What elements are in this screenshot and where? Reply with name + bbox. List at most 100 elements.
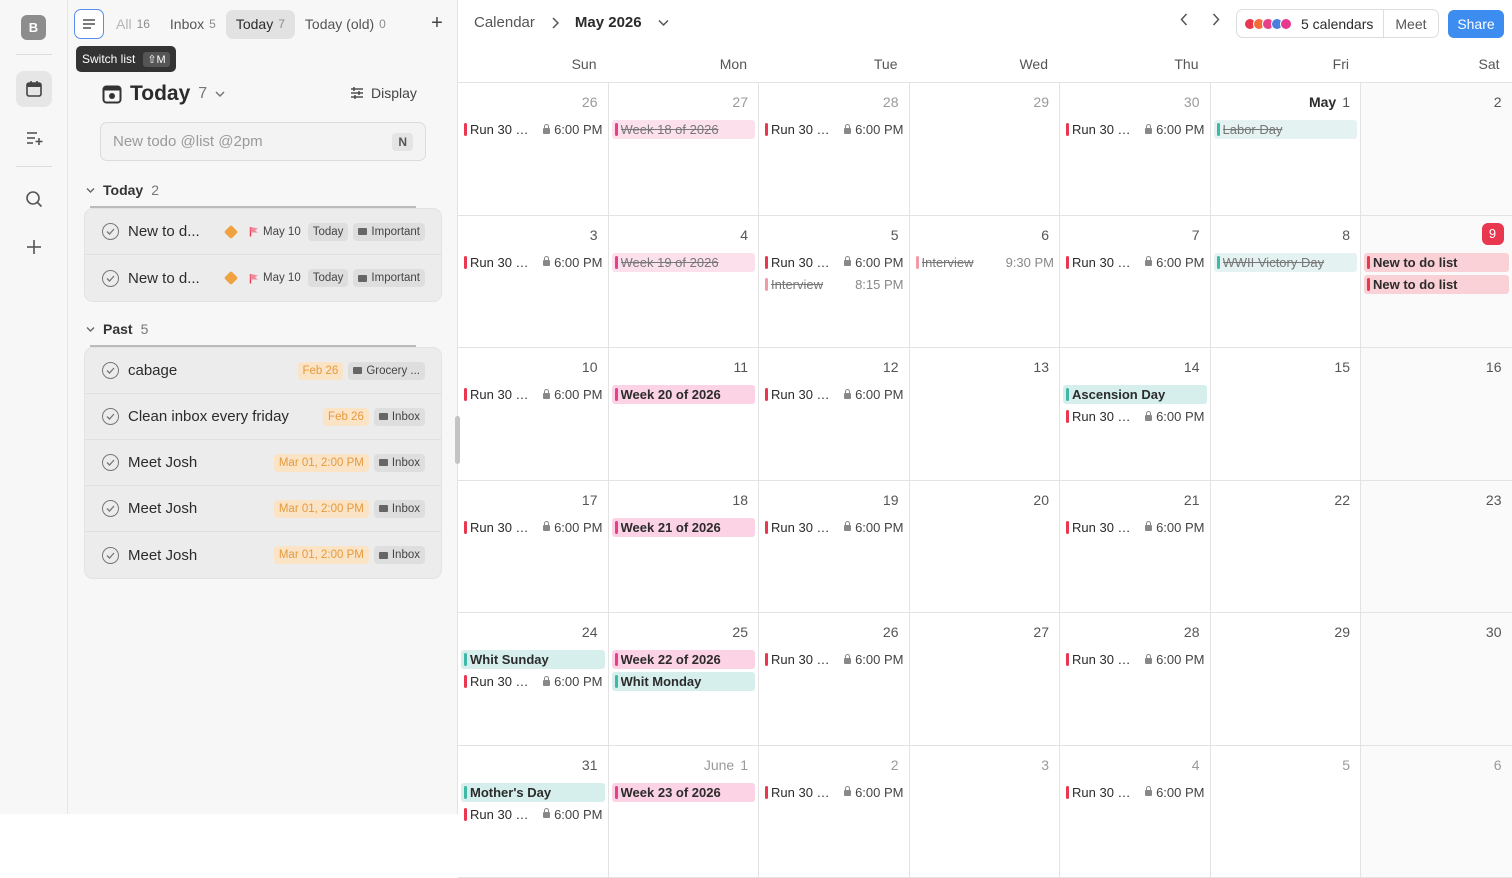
day-cell[interactable]: 23 (1361, 481, 1512, 613)
calendar-event[interactable]: Run 30 mi...6:00 PM (762, 650, 906, 669)
new-todo-input[interactable]: New todo @list @2pm N (100, 122, 426, 161)
day-cell[interactable]: 3 (910, 746, 1061, 878)
day-cell[interactable]: 5Run 30 mi...6:00 PMInterview8:15 PM (759, 216, 910, 348)
day-cell[interactable]: 4Run 30 mi...6:00 PM (1060, 746, 1211, 878)
day-cell[interactable]: 5 (1211, 746, 1362, 878)
calendar-event[interactable]: Labor Day (1214, 120, 1358, 139)
calendar-event[interactable]: WWII Victory Day (1214, 253, 1358, 272)
day-cell[interactable]: 20 (910, 481, 1061, 613)
calendar-event[interactable]: Run 30 mi...6:00 PM (1063, 120, 1207, 139)
calendar-icon[interactable] (16, 71, 52, 107)
calendar-event[interactable]: Run 30 mi...6:00 PM (1063, 253, 1207, 272)
chevron-down-icon[interactable] (658, 19, 669, 27)
calendar-event[interactable]: Run 30 mi...6:00 PM (1063, 518, 1207, 537)
day-cell[interactable]: 10Run 30 mi...6:00 PM (458, 348, 609, 480)
calendar-event[interactable]: Run 30 mi...6:00 PM (461, 253, 605, 272)
tab-today-old[interactable]: Today (old)0 (295, 10, 396, 39)
calendar-event[interactable]: Week 23 of 2026 (612, 783, 756, 802)
calendar-event[interactable]: Week 21 of 2026 (612, 518, 756, 537)
day-cell[interactable]: 2Run 30 mi...6:00 PM (759, 746, 910, 878)
todo-row[interactable]: New to d...May 10TodayImportant (85, 209, 441, 255)
day-cell[interactable]: 4Week 19 of 2026 (609, 216, 760, 348)
calendar-event[interactable]: Week 22 of 2026 (612, 650, 756, 669)
switch-list-button[interactable] (74, 9, 104, 39)
calendar-event[interactable]: Whit Sunday (461, 650, 605, 669)
day-cell[interactable]: 21Run 30 mi...6:00 PM (1060, 481, 1211, 613)
day-cell[interactable]: 29 (910, 83, 1061, 215)
day-cell[interactable]: 12Run 30 mi...6:00 PM (759, 348, 910, 480)
month-selector[interactable]: May 2026 (575, 14, 642, 31)
chevron-down-icon[interactable] (215, 90, 225, 98)
check-circle-icon[interactable] (102, 362, 119, 379)
tab-inbox[interactable]: Inbox5 (160, 10, 226, 39)
todo-row[interactable]: Meet JoshMar 01, 2:00 PMInbox (85, 532, 441, 578)
prev-month-button[interactable] (1180, 13, 1188, 31)
day-cell[interactable]: 15 (1211, 348, 1362, 480)
day-cell[interactable]: 30Run 30 mi...6:00 PM (1060, 83, 1211, 215)
calendar-event[interactable]: Run 30 mi...6:00 PM (1063, 650, 1207, 669)
day-cell[interactable]: May1Labor Day (1211, 83, 1362, 215)
day-cell[interactable]: 17Run 30 mi...6:00 PM (458, 481, 609, 613)
day-cell[interactable]: 22 (1211, 481, 1362, 613)
calendar-event[interactable]: Run 30 mi...6:00 PM (762, 518, 906, 537)
check-circle-icon[interactable] (102, 454, 119, 471)
meet-button[interactable]: Meet (1384, 16, 1437, 32)
todo-row[interactable]: Meet JoshMar 01, 2:00 PMInbox (85, 486, 441, 532)
tab-all[interactable]: All16 (106, 10, 160, 39)
day-cell[interactable]: 27 (910, 613, 1061, 745)
calendar-event[interactable]: Interview8:15 PM (762, 275, 906, 294)
calendar-event[interactable]: Week 18 of 2026 (612, 120, 756, 139)
section-today-header[interactable]: Today2 (86, 182, 159, 198)
check-circle-icon[interactable] (102, 500, 119, 517)
day-cell[interactable]: 29 (1211, 613, 1362, 745)
calendar-event[interactable]: Run 30 mi...6:00 PM (461, 518, 605, 537)
display-button[interactable]: Display (350, 85, 417, 101)
calendar-event[interactable]: Run 30 mi...6:00 PM (461, 385, 605, 404)
day-cell[interactable]: 6Interview9:30 PM (910, 216, 1061, 348)
check-circle-icon[interactable] (102, 547, 119, 564)
day-cell[interactable]: 30 (1361, 613, 1512, 745)
calendar-event[interactable]: Run 30 mi...6:00 PM (461, 672, 605, 691)
plus-icon[interactable] (16, 229, 52, 265)
day-cell[interactable]: 25Week 22 of 2026Whit Monday (609, 613, 760, 745)
calendar-event[interactable]: Run 30 mi...6:00 PM (762, 783, 906, 802)
workspace-avatar[interactable]: B (21, 15, 46, 40)
todo-row[interactable]: Clean inbox every fridayFeb 26Inbox (85, 394, 441, 440)
calendar-event[interactable]: New to do list (1364, 275, 1509, 294)
add-list-icon[interactable] (16, 120, 52, 156)
add-list-button[interactable]: + (426, 12, 448, 34)
check-circle-icon[interactable] (102, 270, 119, 287)
day-cell[interactable]: 9New to do listNew to do list (1361, 216, 1512, 348)
calendar-event[interactable]: Run 30 mi...6:00 PM (1063, 783, 1207, 802)
calendars-button[interactable]: 5 calendars (1293, 10, 1384, 37)
tab-today[interactable]: Today7 (226, 10, 295, 39)
next-month-button[interactable] (1212, 13, 1220, 31)
todo-row[interactable]: Meet JoshMar 01, 2:00 PMInbox (85, 440, 441, 486)
check-circle-icon[interactable] (102, 408, 119, 425)
calendar-event[interactable]: Run 30 mi...6:00 PM (461, 805, 605, 824)
day-cell[interactable]: 2 (1361, 83, 1512, 215)
day-cell[interactable]: 28Run 30 mi...6:00 PM (759, 83, 910, 215)
todo-row[interactable]: New to d...May 10TodayImportant (85, 255, 441, 301)
day-cell[interactable]: 11Week 20 of 2026 (609, 348, 760, 480)
day-cell[interactable]: 14Ascension DayRun 30 mi...6:00 PM (1060, 348, 1211, 480)
day-cell[interactable]: 16 (1361, 348, 1512, 480)
calendar-event[interactable]: New to do list (1364, 253, 1509, 272)
breadcrumb-calendar[interactable]: Calendar (474, 14, 535, 31)
day-cell[interactable]: 13 (910, 348, 1061, 480)
section-past-header[interactable]: Past5 (86, 321, 148, 337)
day-cell[interactable]: 3Run 30 mi...6:00 PM (458, 216, 609, 348)
day-cell[interactable]: 6 (1361, 746, 1512, 878)
day-cell[interactable]: 28Run 30 mi...6:00 PM (1060, 613, 1211, 745)
day-cell[interactable]: 26Run 30 mi...6:00 PM (458, 83, 609, 215)
share-button[interactable]: Share (1448, 10, 1504, 38)
calendar-event[interactable]: Run 30 mi...6:00 PM (1063, 407, 1207, 426)
calendar-event[interactable]: Mother's Day (461, 783, 605, 802)
calendar-event[interactable]: Run 30 mi...6:00 PM (461, 120, 605, 139)
calendar-event[interactable]: Week 20 of 2026 (612, 385, 756, 404)
calendar-event[interactable]: Whit Monday (612, 672, 756, 691)
day-cell[interactable]: 19Run 30 mi...6:00 PM (759, 481, 910, 613)
day-cell[interactable]: 26Run 30 mi...6:00 PM (759, 613, 910, 745)
check-circle-icon[interactable] (102, 223, 119, 240)
calendar-event[interactable]: Interview9:30 PM (913, 253, 1057, 272)
